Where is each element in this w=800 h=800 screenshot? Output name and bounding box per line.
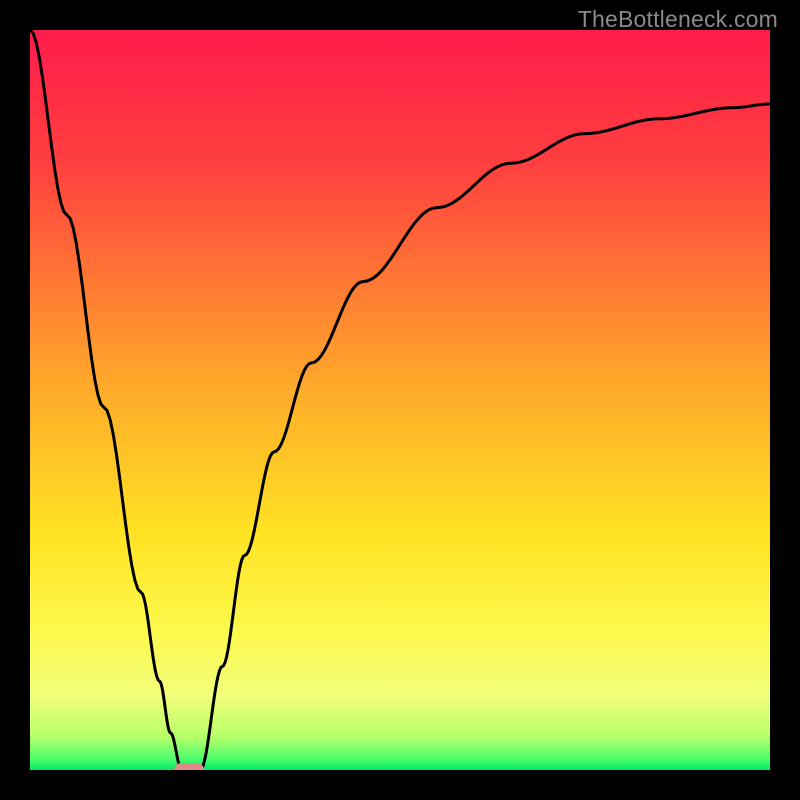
curve-right [200,104,770,770]
curve-left [30,30,182,770]
watermark-text: TheBottleneck.com [578,6,778,33]
optimum-marker [174,763,204,770]
bottleneck-curve [30,30,770,770]
chart-root: TheBottleneck.com [0,0,800,800]
plot-area [30,30,770,770]
